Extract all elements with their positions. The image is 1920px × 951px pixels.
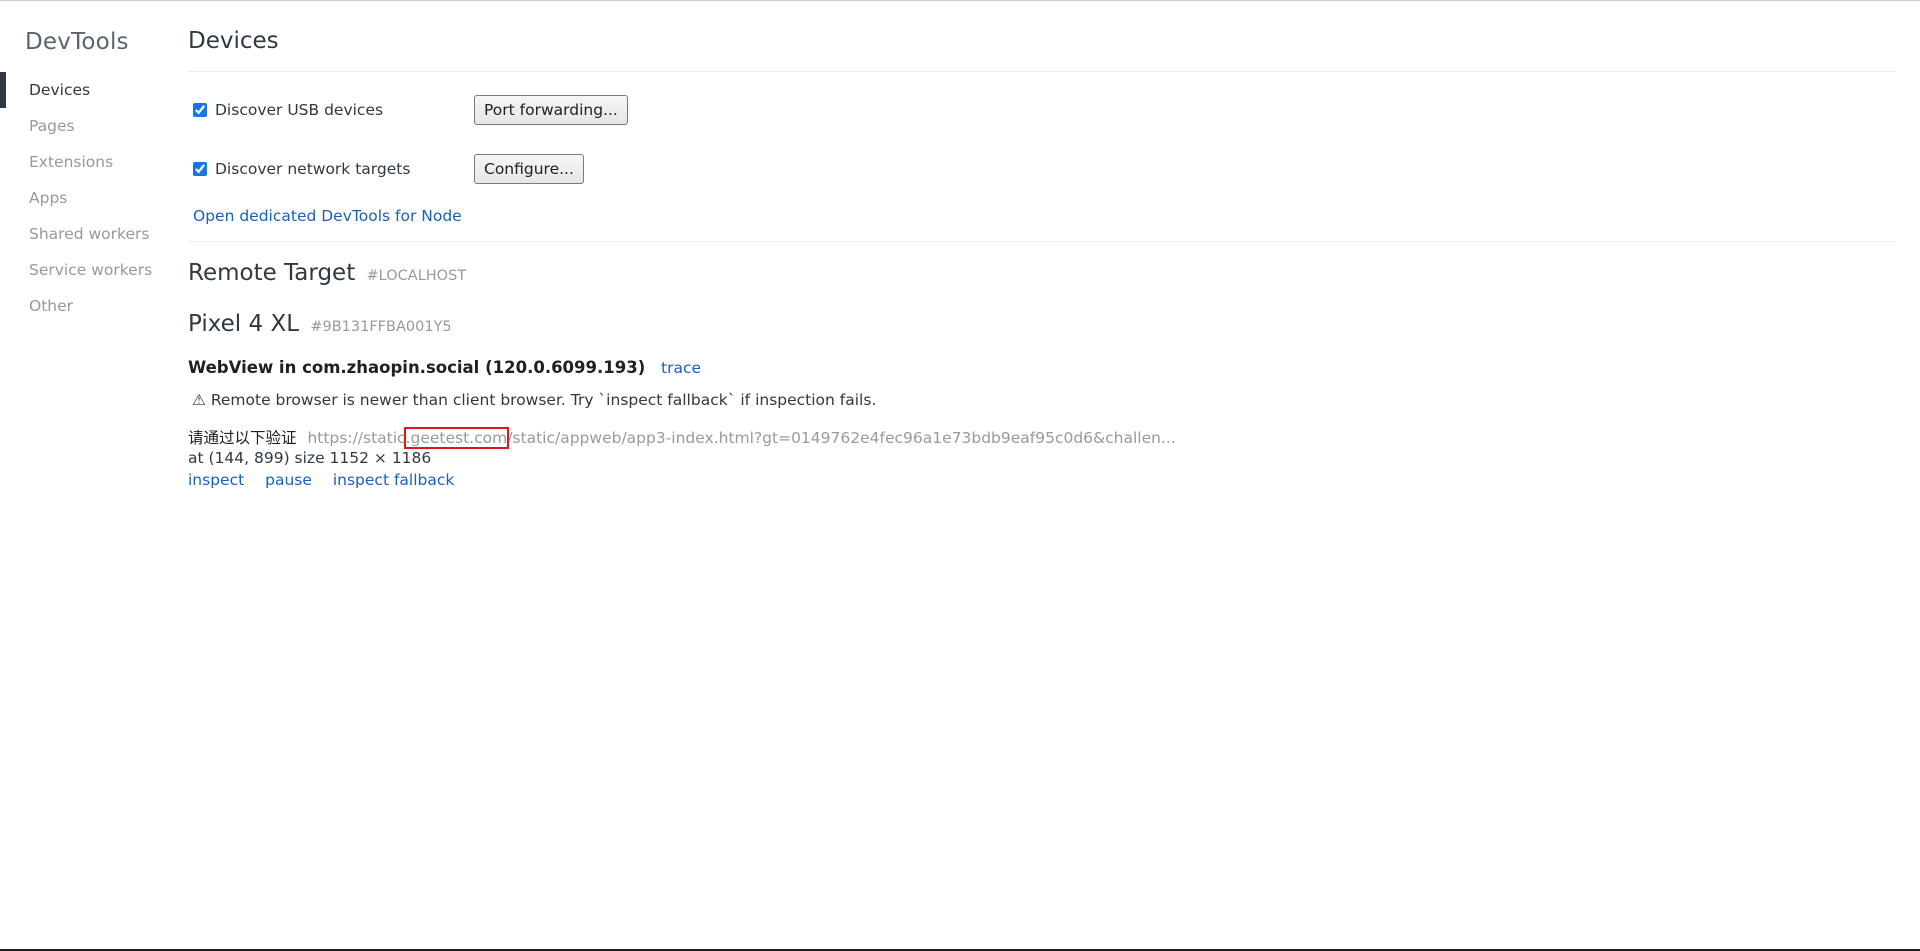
target-url-highlight: .geetest.com xyxy=(403,427,510,449)
device-name: Pixel 4 XL xyxy=(188,311,300,337)
divider xyxy=(188,241,1896,242)
sidebar-item-shared-workers[interactable]: Shared workers xyxy=(0,216,170,252)
target-name: 请通过以下验证 xyxy=(188,429,297,447)
pause-link[interactable]: pause xyxy=(265,471,312,489)
remote-target-heading: Remote Target #LOCALHOST xyxy=(188,260,466,286)
usb-row: Discover USB devices Port forwarding... xyxy=(193,95,628,125)
port-forwarding-button[interactable]: Port forwarding... xyxy=(474,95,628,125)
webview-heading: WebView in com.zhaopin.social (120.0.609… xyxy=(188,358,701,377)
divider xyxy=(188,71,1896,72)
sidebar-item-extensions[interactable]: Extensions xyxy=(0,144,170,180)
network-row: Discover network targets Configure... xyxy=(193,154,584,184)
sidebar-item-service-workers[interactable]: Service workers xyxy=(0,252,170,288)
discover-network-checkbox[interactable] xyxy=(193,162,207,176)
sidebar-item-apps[interactable]: Apps xyxy=(0,180,170,216)
discover-network-label: Discover network targets xyxy=(215,160,411,178)
sidebar-item-pages[interactable]: Pages xyxy=(0,108,170,144)
device-heading: Pixel 4 XL #9B131FFBA001Y5 xyxy=(188,311,452,337)
sidebar-item-devices[interactable]: Devices xyxy=(0,72,170,108)
remote-target-tag: #LOCALHOST xyxy=(366,268,467,284)
inspect-fallback-link[interactable]: inspect fallback xyxy=(333,471,455,489)
top-border xyxy=(0,0,1920,1)
device-serial: #9B131FFBA001Y5 xyxy=(310,319,452,335)
sidebar: DevTools Devices Pages Extensions Apps S… xyxy=(0,0,170,951)
app-title: DevTools xyxy=(25,29,129,55)
webview-title: WebView in com.zhaopin.social (120.0.609… xyxy=(188,358,646,377)
sidebar-nav: Devices Pages Extensions Apps Shared wor… xyxy=(0,72,170,324)
target-row: 请通过以下验证 https://static.geetest.com/stati… xyxy=(188,426,1176,449)
target-url-suffix: /static/appweb/app3-index.html?gt=014976… xyxy=(507,429,1176,447)
inspect-link[interactable]: inspect xyxy=(188,471,244,489)
target-actions: inspect pause inspect fallback xyxy=(188,471,470,489)
discover-usb-checkbox[interactable] xyxy=(193,103,207,117)
target-position: at (144, 899) size 1152 × 1186 xyxy=(188,449,432,467)
page-title: Devices xyxy=(188,28,279,54)
target-url: https://static.geetest.com/static/appweb… xyxy=(307,427,1176,449)
discover-usb-label: Discover USB devices xyxy=(215,101,384,119)
remote-target-title: Remote Target xyxy=(188,260,356,286)
configure-button[interactable]: Configure... xyxy=(474,154,584,184)
trace-link[interactable]: trace xyxy=(661,359,701,377)
sidebar-item-other[interactable]: Other xyxy=(0,288,170,324)
open-node-devtools-link[interactable]: Open dedicated DevTools for Node xyxy=(193,207,462,225)
version-warning: ⚠ Remote browser is newer than client br… xyxy=(192,391,877,409)
target-url-prefix: https://static xyxy=(307,429,406,447)
